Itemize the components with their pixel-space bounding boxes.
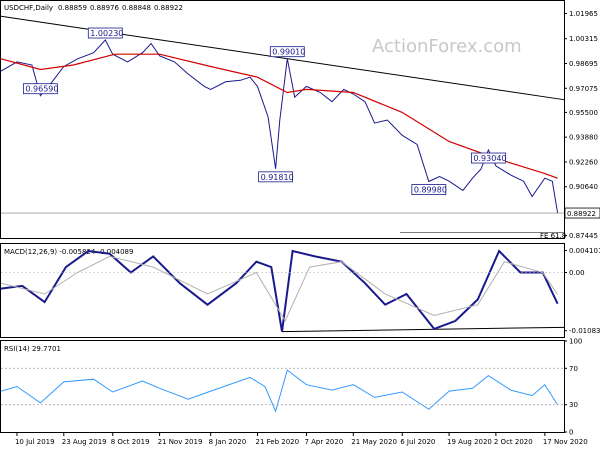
series-line-signal <box>0 255 559 322</box>
annotation-label: 0.96590 <box>25 85 58 94</box>
trendline <box>281 326 565 333</box>
axis-layer: 1.01965 1.00315 0.98695 0.97075 0.95500 0.938… <box>15 10 600 446</box>
series-line-price <box>0 39 559 214</box>
y-tick-label: 0.90640 <box>569 183 598 191</box>
annotation-label: 0.91810 <box>261 173 294 182</box>
y-tick-label: 0.87445 <box>569 232 598 240</box>
trendline <box>0 15 565 101</box>
x-tick-label: 21 Nov 2019 <box>158 438 203 446</box>
chart-window: ActionForex.com USDCHF,Daily MACD(12,26,… <box>0 0 600 450</box>
y-tick-label: 30 <box>569 401 578 409</box>
ohlc-close: 0.88922 <box>154 4 183 12</box>
rsi-panel-title: RSI(14) 29.7701 <box>4 345 61 353</box>
x-tick-label: 21 May 2020 <box>351 438 397 446</box>
y-tick-label: -0.010833 <box>569 327 600 335</box>
x-tick-label: 21 Feb 2020 <box>255 438 299 446</box>
y-tick-label: 70 <box>569 365 578 373</box>
watermark: ActionForex.com <box>372 36 522 57</box>
x-tick-label: 7 Apr 2020 <box>304 438 343 446</box>
x-tick-label: 23 Aug 2019 <box>62 438 107 446</box>
annotation-label: 0.93040 <box>473 154 506 163</box>
y-tick-label: 0.00 <box>569 269 585 277</box>
y-tick-label: 0.004101 <box>569 247 600 255</box>
y-tick-label: 100 <box>569 338 582 346</box>
x-tick-label: 6 Jul 2020 <box>400 438 435 446</box>
annotation-label: 0.89980 <box>414 186 447 195</box>
chart-canvas: ActionForex.com USDCHF,Daily MACD(12,26,… <box>0 0 600 446</box>
last-price-label: 0.88922 <box>567 210 596 218</box>
x-tick-label: 8 Jan 2020 <box>209 438 247 446</box>
y-tick-label: 0.97075 <box>569 85 598 93</box>
x-tick-label: 19 Aug 2020 <box>447 438 492 446</box>
y-tick-label: 0.95500 <box>569 109 598 117</box>
x-tick-label: 10 Jul 2019 <box>15 438 55 446</box>
y-tick-label: 1.01965 <box>569 10 598 18</box>
y-tick-label: 1.00315 <box>569 35 598 43</box>
x-tick-label: 8 Oct 2019 <box>111 438 150 446</box>
ohlc-open: 0.88859 <box>58 4 87 12</box>
y-tick-label: 0.93880 <box>569 134 598 142</box>
fe-label: FE 61.8 <box>540 232 566 240</box>
y-tick-label: 0 <box>569 429 573 437</box>
y-tick-label: 0.98695 <box>569 60 598 68</box>
series-line-macd <box>0 249 559 332</box>
rsi-plot-layer <box>0 367 564 413</box>
price-panel-title: USDCHF,Daily <box>4 4 53 12</box>
ohlc-low: 0.88848 <box>122 4 151 12</box>
x-tick-label: 17 Nov 2020 <box>543 438 588 446</box>
x-tick-label: 2 Oct 2020 <box>494 438 533 446</box>
macd-panel-title: MACD(12,26,9) -0.005824 -0.004089 <box>4 248 133 256</box>
macd-plot-layer <box>0 249 565 333</box>
annotation-label: 0.99010 <box>272 48 305 57</box>
annotation-label: 1.00230 <box>90 29 123 38</box>
y-tick-label: 0.92260 <box>569 158 598 166</box>
ohlc-high: 0.88976 <box>90 4 119 12</box>
